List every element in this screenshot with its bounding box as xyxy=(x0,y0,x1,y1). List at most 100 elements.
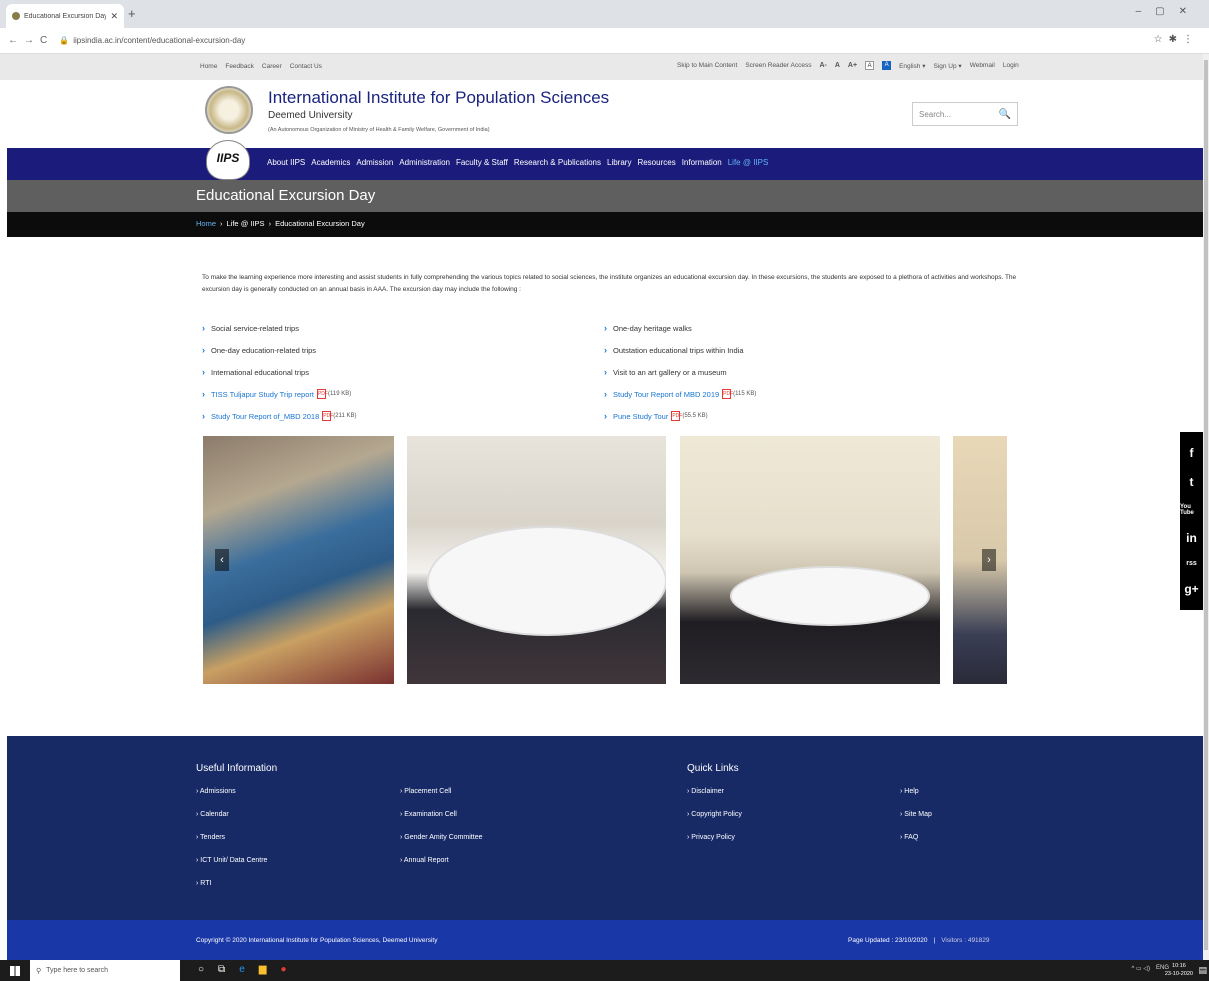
nav-faculty[interactable]: Faculty & Staff xyxy=(456,158,508,167)
footer-link[interactable]: RTI xyxy=(196,880,267,903)
chevron-right-icon: › xyxy=(202,411,205,421)
cortana-icon[interactable]: ○ xyxy=(198,964,204,975)
footer-link[interactable]: ICT Unit/ Data Centre xyxy=(196,857,267,880)
nav-about[interactable]: About IIPS xyxy=(267,158,305,167)
site-title[interactable]: International Institute for Population S… xyxy=(268,88,609,108)
useful-links-col2: Placement Cell Examination Cell Gender A… xyxy=(400,788,483,880)
nav-library[interactable]: Library xyxy=(607,158,631,167)
footer-link[interactable]: Tenders xyxy=(196,834,267,857)
breadcrumb: Home › Life @ IIPS › Educational Excursi… xyxy=(196,219,365,228)
browser-extension-icons[interactable]: ☆✱⋮ xyxy=(1154,34,1199,45)
nav-admission[interactable]: Admission xyxy=(356,158,393,167)
footer-link[interactable]: Examination Cell xyxy=(400,811,482,834)
skip-to-content-link[interactable]: Skip to Main Content xyxy=(677,62,737,69)
footer-link[interactable]: Annual Report xyxy=(400,857,482,880)
gallery-photo-2 xyxy=(407,436,666,684)
chevron-right-icon: › xyxy=(202,367,205,377)
mbd2018-report-link[interactable]: › Study Tour Report of_MBD 2018 PDF (211 KB… xyxy=(202,405,357,427)
carousel-prev-button[interactable]: ‹ xyxy=(215,549,229,571)
page-stats: Page Updated : 23/10/2020 | Visitors : 4… xyxy=(848,937,990,944)
language-select[interactable]: English ▾ xyxy=(899,62,925,70)
contrast-dark-button[interactable]: A xyxy=(882,61,892,70)
footer-link[interactable]: Help xyxy=(900,788,932,811)
google-plus-icon[interactable]: g+ xyxy=(1184,582,1198,596)
favicon-icon xyxy=(12,12,20,20)
task-view-icon[interactable]: ⧉ xyxy=(218,964,225,975)
url-field[interactable]: iipsindia.ac.in/content/educational-excu… xyxy=(73,36,245,45)
login-link[interactable]: Login xyxy=(1003,62,1019,69)
font-increase-button[interactable]: A+ xyxy=(848,62,857,69)
font-decrease-button[interactable]: A- xyxy=(819,62,826,69)
chrome-icon[interactable]: ● xyxy=(280,964,286,975)
notification-icon[interactable]: ▤ xyxy=(1198,965,1207,976)
nav-academics[interactable]: Academics xyxy=(311,158,350,167)
tiss-report-link[interactable]: › TISS Tuljapur Study Trip report PDF (119 … xyxy=(202,383,357,405)
footer-link[interactable]: Disclaimer xyxy=(687,788,742,811)
footer-link[interactable]: Placement Cell xyxy=(400,788,482,811)
stats-separator: | xyxy=(933,937,936,944)
footer-link[interactable]: Privacy Policy xyxy=(687,834,742,857)
utility-bar: Home Feedback Career Contact Us Skip to … xyxy=(0,54,1203,80)
lock-icon[interactable]: 🔒 xyxy=(59,36,69,45)
util-feedback-link[interactable]: Feedback xyxy=(225,63,254,70)
facebook-icon[interactable]: f xyxy=(1190,446,1194,460)
system-tray[interactable]: ^ ▭ ◁) ENG xyxy=(1132,965,1169,972)
browser-nav-buttons[interactable]: ←→C xyxy=(8,35,53,46)
taskbar-search[interactable]: ⚲ Type here to search xyxy=(30,960,180,981)
footer-link[interactable]: Gender Amity Committee xyxy=(400,834,482,857)
pdf-icon: PDF xyxy=(722,389,734,399)
youtube-icon[interactable]: You Tube xyxy=(1180,504,1203,516)
clock[interactable]: 10:16 23-10-2020 xyxy=(1165,962,1193,978)
quick-links-col1: Disclaimer Copyright Policy Privacy Poli… xyxy=(687,788,742,857)
nav-life[interactable]: Life @ IIPS xyxy=(728,158,769,167)
footer-link[interactable]: Copyright Policy xyxy=(687,811,742,834)
util-contact-link[interactable]: Contact Us xyxy=(290,63,322,70)
windows-start-icon[interactable] xyxy=(10,966,20,976)
window-controls[interactable]: –▢✕ xyxy=(1136,6,1201,17)
linkedin-icon[interactable]: in xyxy=(1186,531,1197,545)
footer-link[interactable]: Calendar xyxy=(196,811,267,834)
new-tab-button[interactable]: + xyxy=(128,6,136,21)
nav-resources[interactable]: Resources xyxy=(637,158,675,167)
scrollbar-thumb[interactable] xyxy=(1204,60,1208,950)
footer-link[interactable]: Site Map xyxy=(900,811,932,834)
chevron-right-icon: › xyxy=(604,323,607,333)
tray-icons[interactable]: ^ ▭ ◁) xyxy=(1132,965,1150,972)
address-bar: ←→C 🔒 iipsindia.ac.in/content/educationa… xyxy=(0,28,1209,54)
carousel-next-button[interactable]: › xyxy=(982,549,996,571)
webmail-link[interactable]: Webmail xyxy=(970,62,995,69)
list-item: › International educational trips xyxy=(202,367,309,377)
utility-links: Home Feedback Career Contact Us xyxy=(200,63,322,70)
site-header: International Institute for Population S… xyxy=(0,80,1203,148)
util-home-link[interactable]: Home xyxy=(200,63,217,70)
nav-information[interactable]: Information xyxy=(682,158,722,167)
screen-reader-link[interactable]: Screen Reader Access xyxy=(745,62,811,69)
intro-paragraph: To make the learning experience more int… xyxy=(202,274,1017,293)
tab-title: Educational Excursion Day | Inte… xyxy=(24,12,107,20)
breadcrumb-life[interactable]: Life @ IIPS xyxy=(227,219,265,228)
search-icon[interactable]: 🔍 xyxy=(999,109,1011,120)
contrast-light-button[interactable]: A xyxy=(865,61,875,70)
twitter-icon[interactable]: t xyxy=(1190,475,1194,489)
emblem-logo[interactable] xyxy=(205,86,253,134)
pune-tour-link[interactable]: › Pune Study Tour PDF (55.5 KB) xyxy=(604,405,756,427)
footer-link[interactable]: FAQ xyxy=(900,834,932,857)
search-placeholder: Search... xyxy=(919,109,952,119)
list-item: › One-day education-related trips xyxy=(202,345,317,355)
file-explorer-icon[interactable]: ▆ xyxy=(259,964,267,975)
signup-link[interactable]: Sign Up ▾ xyxy=(933,62,961,70)
edge-icon[interactable]: e xyxy=(239,964,245,975)
breadcrumb-home[interactable]: Home xyxy=(196,219,216,228)
browser-tab[interactable]: Educational Excursion Day | Inte… ✕ xyxy=(6,4,124,28)
search-input[interactable]: Search... 🔍 xyxy=(912,102,1018,126)
footer-link[interactable]: Admissions xyxy=(196,788,267,811)
nav-administration[interactable]: Administration xyxy=(399,158,450,167)
nav-research[interactable]: Research & Publications xyxy=(514,158,601,167)
rss-icon[interactable]: rss xyxy=(1186,560,1197,567)
mbd2019-report-link[interactable]: › Study Tour Report of MBD 2019 PDF (115 KB… xyxy=(604,383,756,405)
iips-logo[interactable]: IIPS xyxy=(206,140,250,180)
close-tab-icon[interactable]: ✕ xyxy=(110,11,118,22)
font-normal-button[interactable]: A xyxy=(835,62,840,69)
pdf-icon: PDF xyxy=(322,411,334,421)
util-career-link[interactable]: Career xyxy=(262,63,282,70)
